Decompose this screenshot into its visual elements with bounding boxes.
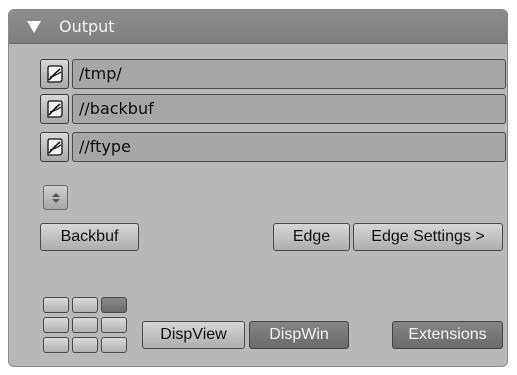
dispview-button[interactable]: DispView	[142, 321, 245, 349]
backbuf-path-row: //backbuf	[40, 94, 506, 124]
ftype-path-row: //ftype	[40, 132, 506, 162]
backbuf-path-field[interactable]: //backbuf	[72, 94, 506, 124]
file-browse-button[interactable]	[40, 59, 69, 89]
grid-cell-r1-c3[interactable]	[101, 297, 127, 313]
triangle-down-icon[interactable]	[27, 21, 41, 33]
panel-header[interactable]: Output	[9, 10, 507, 44]
output-panel: Output /tmp/ //backbuf //ftype Backbuf E…	[8, 9, 508, 367]
ftype-path-field[interactable]: //ftype	[72, 132, 506, 162]
edge-button[interactable]: Edge	[273, 223, 350, 251]
grid-cell-r1-c1[interactable]	[43, 297, 69, 313]
edge-settings-button[interactable]: Edge Settings >	[353, 223, 503, 251]
file-browse-icon	[46, 65, 63, 83]
backbuf-button[interactable]: Backbuf	[40, 223, 139, 251]
dispwin-button[interactable]: DispWin	[249, 321, 349, 349]
grid-cell-r2-c2[interactable]	[72, 317, 98, 333]
extensions-button[interactable]: Extensions	[392, 321, 503, 349]
display-layout-grid	[43, 297, 129, 355]
output-path-field[interactable]: /tmp/	[72, 59, 506, 89]
grid-cell-r3-c1[interactable]	[43, 337, 69, 353]
grid-cell-r2-c1[interactable]	[43, 317, 69, 333]
panel-title: Output	[59, 17, 115, 36]
grid-cell-r2-c3[interactable]	[101, 317, 127, 333]
file-browse-button[interactable]	[40, 132, 69, 162]
grid-cell-r1-c2[interactable]	[72, 297, 98, 313]
up-down-arrows-icon	[51, 192, 60, 203]
file-type-spinner[interactable]	[43, 185, 68, 210]
file-browse-icon	[46, 100, 63, 118]
file-browse-icon	[46, 138, 63, 156]
grid-cell-r3-c2[interactable]	[72, 337, 98, 353]
file-browse-button[interactable]	[40, 94, 69, 124]
grid-cell-r3-c3[interactable]	[101, 337, 127, 353]
output-path-row: /tmp/	[40, 59, 506, 89]
